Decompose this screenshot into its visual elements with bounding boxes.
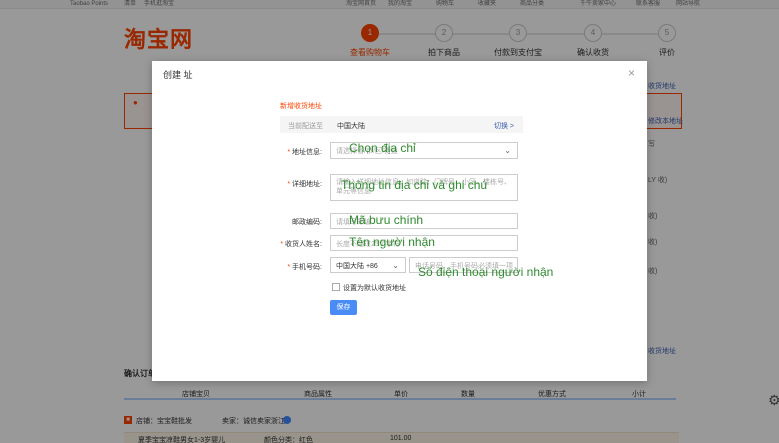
- address-label-text: 地址信息:: [292, 149, 322, 156]
- note-recipient-phone: Số điện thoại người nhận: [418, 265, 554, 279]
- country-code-value: 中国大陆 +86: [336, 263, 378, 270]
- country-code-select[interactable]: 中国大陆 +86 ⌄: [330, 257, 406, 273]
- region-value: 中国大陆: [337, 123, 365, 130]
- delivery-region-bar: 当前配送至 中国大陆 切换 >: [280, 116, 523, 133]
- name-label-text: 收货人姓名:: [285, 241, 322, 248]
- phone-label-text: 手机号码:: [292, 264, 322, 271]
- recipient-name-label: * 收货人姓名:: [252, 239, 322, 249]
- required-mark: *: [287, 264, 291, 271]
- chevron-down-icon: ⌄: [504, 146, 511, 155]
- new-address-heading: 新增收货地址: [280, 103, 322, 110]
- region-label: 当前配送至: [288, 123, 323, 130]
- save-button[interactable]: 保存: [330, 300, 357, 315]
- detail-label-text: 详细地址:: [292, 181, 322, 188]
- chevron-down-icon: ⌄: [392, 261, 399, 270]
- default-address-checkbox[interactable]: [332, 283, 340, 291]
- note-address: Chọn địa chỉ: [349, 141, 416, 155]
- required-mark: *: [280, 241, 284, 248]
- note-detail-address: Thông tin địa chỉ và ghi chú: [341, 178, 488, 192]
- required-mark: *: [287, 181, 291, 188]
- detail-address-label: * 详细地址:: [252, 179, 322, 189]
- address-info-label: * 地址信息:: [252, 147, 322, 157]
- note-postcode: Mã bưu chính: [349, 213, 424, 227]
- required-mark: *: [287, 149, 291, 156]
- postcode-label: 邮政编码:: [292, 219, 322, 226]
- dialog-title: 创建 址: [163, 70, 193, 80]
- switch-region-link[interactable]: 切换 >: [494, 121, 514, 131]
- note-recipient-name: Tên người nhận: [349, 235, 435, 249]
- close-icon[interactable]: ×: [628, 67, 635, 79]
- default-address-label[interactable]: 设置为默认收货地址: [343, 283, 406, 293]
- phone-label: * 手机号码:: [252, 262, 322, 272]
